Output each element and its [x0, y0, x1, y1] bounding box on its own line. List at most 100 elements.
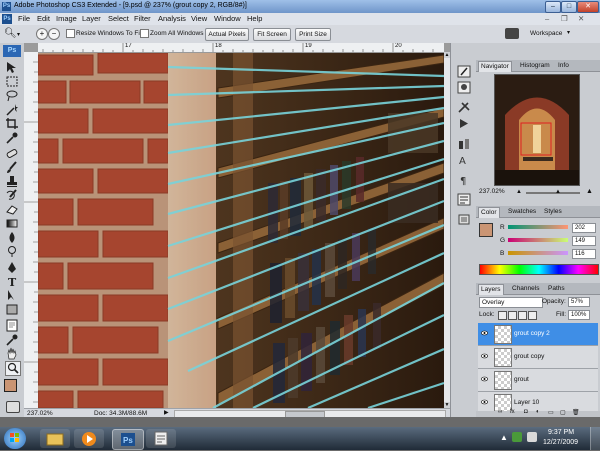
- menu-select[interactable]: Select: [108, 14, 129, 23]
- lock-position-icon[interactable]: [518, 311, 527, 320]
- show-desktop-button[interactable]: [590, 427, 600, 450]
- layer-row[interactable]: grout: [478, 369, 598, 392]
- new-layer-icon[interactable]: ▢: [560, 409, 566, 416]
- tab-navigator[interactable]: Navigator: [478, 61, 512, 72]
- navigator-zoom-out-icon[interactable]: ▲: [516, 189, 522, 195]
- zoom-out-icon[interactable]: −: [48, 28, 60, 40]
- menu-edit[interactable]: Edit: [37, 14, 50, 23]
- lock-image-icon[interactable]: [508, 311, 517, 320]
- photoshop-taskbar-icon[interactable]: Ps: [112, 429, 144, 450]
- network-icon[interactable]: [512, 432, 522, 442]
- document-taskbar-icon[interactable]: [146, 429, 176, 448]
- status-menu-arrow-icon[interactable]: ▶: [164, 409, 169, 416]
- healing-brush-tool-icon[interactable]: [5, 147, 19, 160]
- clock-date[interactable]: 12/27/2009: [543, 439, 578, 446]
- menu-help[interactable]: Help: [247, 14, 262, 23]
- eraser-tool-icon[interactable]: [5, 203, 19, 216]
- g-value-input[interactable]: 149: [572, 236, 596, 246]
- marquee-tool-icon[interactable]: [5, 75, 19, 88]
- menu-image[interactable]: Image: [56, 14, 77, 23]
- tab-info[interactable]: Info: [556, 61, 571, 71]
- workspace-menu[interactable]: Workspace: [530, 30, 562, 37]
- explorer-taskbar-icon[interactable]: [40, 429, 70, 448]
- zoom-tool-icon[interactable]: 🔍︎: [4, 28, 17, 39]
- actions-panel-icon[interactable]: [457, 117, 471, 130]
- minimize-button[interactable]: –: [545, 1, 561, 13]
- eye-icon[interactable]: [480, 330, 489, 336]
- doc-minimize-button[interactable]: –: [545, 14, 549, 23]
- delete-layer-icon[interactable]: 🗑︎: [572, 409, 580, 416]
- lock-all-icon[interactable]: [528, 311, 537, 320]
- camera-tool-icon[interactable]: [505, 28, 519, 39]
- layer-name[interactable]: grout copy: [514, 353, 544, 360]
- path-selection-tool-icon[interactable]: [5, 289, 19, 302]
- ps-menu-logo[interactable]: Ps: [2, 14, 12, 24]
- blend-mode-select[interactable]: Overlay: [479, 297, 543, 308]
- tab-layers[interactable]: Layers: [478, 284, 504, 295]
- eyedropper-tool-icon[interactable]: [5, 131, 19, 144]
- layer-style-icon[interactable]: fx: [510, 409, 515, 415]
- color-spectrum-bar[interactable]: [479, 264, 599, 275]
- layer-name[interactable]: grout copy 2: [514, 330, 550, 337]
- foreground-color-swatch[interactable]: [4, 379, 17, 392]
- tab-histogram[interactable]: Histogram: [518, 61, 552, 71]
- pen-tool-icon[interactable]: [5, 261, 19, 274]
- brush-tool-icon[interactable]: [5, 161, 19, 174]
- navigator-zoom-slider[interactable]: [526, 192, 580, 194]
- move-tool-icon[interactable]: [5, 61, 19, 74]
- b-value-input[interactable]: 116: [572, 249, 596, 259]
- close-button[interactable]: ✕: [577, 1, 599, 13]
- add-mask-icon[interactable]: ◘: [524, 409, 528, 415]
- clock-time[interactable]: 9:37 PM: [548, 429, 574, 436]
- maximize-button[interactable]: □: [561, 1, 577, 13]
- zoom-readout[interactable]: 237.02%: [27, 410, 53, 417]
- b-slider[interactable]: [508, 251, 568, 255]
- new-group-icon[interactable]: ▭: [548, 409, 554, 416]
- tab-channels[interactable]: Channels: [510, 284, 541, 294]
- magic-wand-tool-icon[interactable]: [5, 103, 19, 116]
- menu-layer[interactable]: Layer: [82, 14, 101, 23]
- history-brush-tool-icon[interactable]: [5, 189, 19, 202]
- history-panel-icon[interactable]: [457, 101, 471, 114]
- navigator-zoom-in-icon[interactable]: ▲: [586, 188, 593, 195]
- navigator-zoom-slider-handle-icon[interactable]: ▲: [555, 189, 561, 195]
- navigator-thumbnail[interactable]: [494, 74, 580, 186]
- tool-preset-chevron-icon[interactable]: ▾: [17, 31, 20, 38]
- layer-row[interactable]: grout copy: [478, 346, 598, 369]
- r-value-input[interactable]: 202: [572, 223, 596, 233]
- menu-filter[interactable]: Filter: [134, 14, 151, 23]
- start-button[interactable]: [4, 428, 26, 449]
- show-hidden-icons-icon[interactable]: ▲: [500, 433, 508, 442]
- type-tool-icon[interactable]: T: [5, 275, 19, 289]
- navigator-zoom-readout[interactable]: 237.02%: [479, 188, 505, 195]
- print-size-button[interactable]: Print Size: [295, 28, 331, 41]
- menu-analysis[interactable]: Analysis: [158, 14, 186, 23]
- layer-row[interactable]: grout copy 2: [478, 323, 598, 346]
- tab-paths[interactable]: Paths: [546, 284, 567, 294]
- dodge-tool-icon[interactable]: [5, 245, 19, 258]
- doc-restore-button[interactable]: ❐: [561, 14, 568, 23]
- eye-icon[interactable]: [480, 399, 489, 405]
- link-layers-icon[interactable]: ∞: [498, 409, 502, 415]
- gradient-tool-icon[interactable]: [5, 217, 19, 230]
- eye-icon[interactable]: [480, 376, 489, 382]
- image-canvas[interactable]: [38, 53, 444, 408]
- clone-source-panel-icon[interactable]: [457, 137, 471, 150]
- menu-window[interactable]: Window: [214, 14, 241, 23]
- doc-close-button[interactable]: ✕: [578, 14, 584, 23]
- menu-view[interactable]: View: [191, 14, 207, 23]
- tab-color[interactable]: Color: [478, 207, 500, 218]
- tool-presets-panel-icon[interactable]: [457, 81, 471, 94]
- info-panel-icon[interactable]: [457, 193, 471, 206]
- blur-tool-icon[interactable]: [5, 231, 19, 244]
- hand-tool-icon[interactable]: [5, 347, 19, 360]
- volume-icon[interactable]: [527, 432, 537, 442]
- zoom-in-icon[interactable]: +: [36, 28, 48, 40]
- quick-mask-icon[interactable]: [6, 401, 20, 413]
- eye-icon[interactable]: [480, 353, 489, 359]
- lasso-tool-icon[interactable]: [5, 89, 19, 102]
- eyedropper-sample-tool-icon[interactable]: [5, 333, 19, 346]
- crop-tool-icon[interactable]: [5, 117, 19, 130]
- tab-styles[interactable]: Styles: [542, 207, 564, 217]
- zoom-tool-icon[interactable]: [5, 361, 21, 376]
